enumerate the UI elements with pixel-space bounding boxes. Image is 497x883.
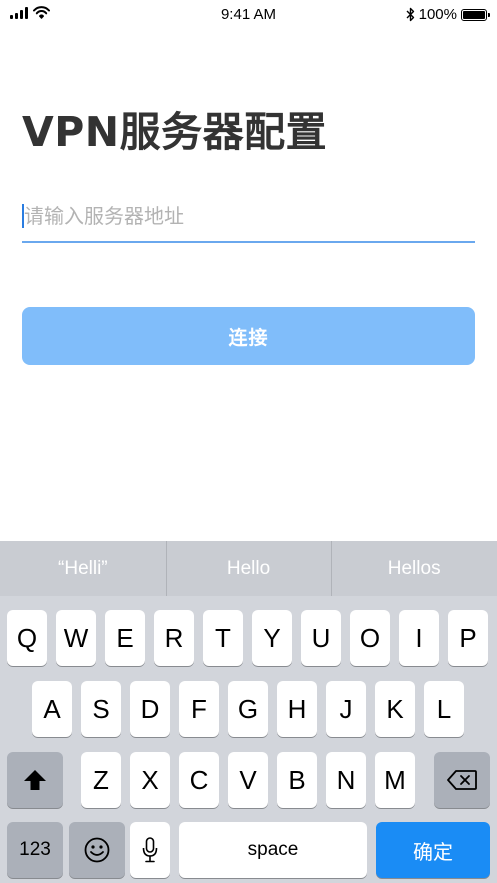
key-y[interactable]: Y [252,610,292,666]
key-f[interactable]: F [179,681,219,737]
emoji-key[interactable] [69,822,125,878]
key-q[interactable]: Q [7,610,47,666]
shift-key[interactable] [7,752,63,808]
key-e[interactable]: E [105,610,145,666]
battery-percent: 100% [418,6,457,23]
microphone-icon [142,837,158,863]
text-caret [22,204,24,228]
key-j[interactable]: J [326,681,366,737]
server-address-input[interactable] [22,196,475,236]
key-i[interactable]: I [399,610,439,666]
battery-fill [463,10,485,19]
wifi-icon [33,6,50,19]
key-u[interactable]: U [301,610,341,666]
key-a[interactable]: A [32,681,72,737]
space-key[interactable]: space [179,822,367,878]
suggestion-item[interactable]: “Helli” [0,541,166,596]
key-r[interactable]: R [154,610,194,666]
emoji-icon [84,837,110,863]
connect-button[interactable]: 连接 [22,307,475,365]
key-v[interactable]: V [228,752,268,808]
key-d[interactable]: D [130,681,170,737]
shift-arrow-icon [24,770,46,790]
keyboard: “Helli” Hello Hellos QWERTYUOIP ASDFGHJK… [0,541,497,883]
key-t[interactable]: T [203,610,243,666]
key-c[interactable]: C [179,752,219,808]
key-s[interactable]: S [81,681,121,737]
key-o[interactable]: O [350,610,390,666]
key-m[interactable]: M [375,752,415,808]
key-b[interactable]: B [277,752,317,808]
page-title: VPN服务器配置 [22,108,328,156]
status-right: 100% [406,6,490,23]
key-h[interactable]: H [277,681,317,737]
signal-icon [10,6,28,19]
key-n[interactable]: N [326,752,366,808]
backspace-icon [447,770,477,790]
key-g[interactable]: G [228,681,268,737]
bluetooth-icon [406,7,414,22]
key-l[interactable]: L [424,681,464,737]
key-x[interactable]: X [130,752,170,808]
status-bar: 9:41 AM 100% [0,0,497,30]
battery-icon [461,8,490,21]
key-k[interactable]: K [375,681,415,737]
suggestion-bar: “Helli” Hello Hellos [0,541,497,596]
confirm-key[interactable]: 确定 [376,822,490,878]
status-left [10,6,50,19]
suggestion-item[interactable]: Hellos [331,541,497,596]
server-address-field[interactable] [22,196,475,243]
key-p[interactable]: P [448,610,488,666]
delete-key[interactable] [434,752,490,808]
dictation-key[interactable] [130,822,170,878]
numbers-key[interactable]: 123 [7,822,63,878]
key-z[interactable]: Z [81,752,121,808]
suggestion-item[interactable]: Hello [165,541,332,596]
key-w[interactable]: W [56,610,96,666]
